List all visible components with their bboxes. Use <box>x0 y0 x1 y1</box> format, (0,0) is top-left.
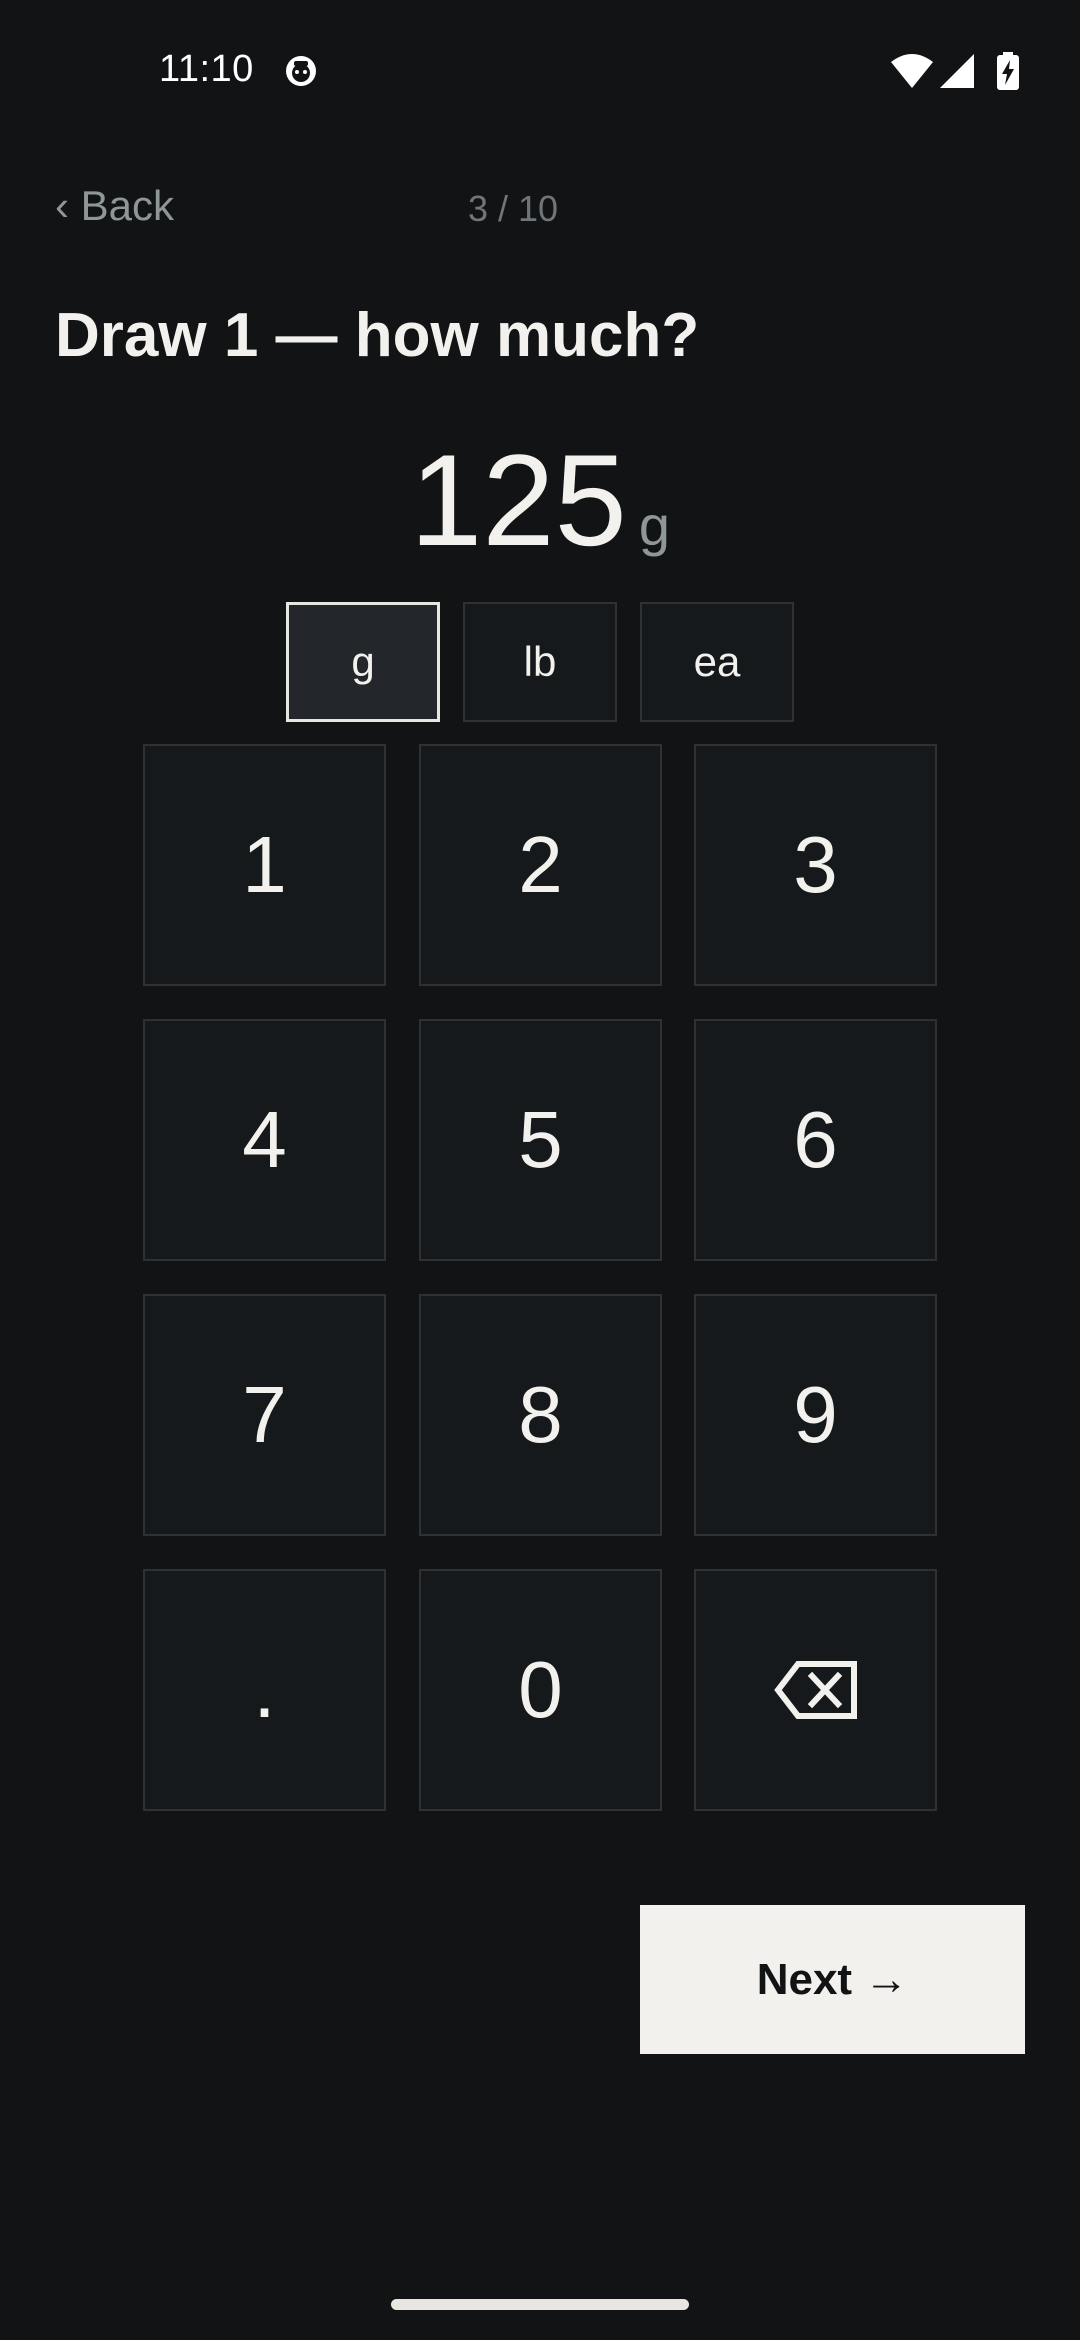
amount-display: 125 g <box>0 430 1080 570</box>
key-decimal[interactable]: . <box>143 1569 386 1811</box>
app-notification-icon <box>283 52 319 88</box>
numeric-keypad: 1 2 3 4 5 6 7 8 9 . 0 <box>143 744 937 1812</box>
page-title: Draw 1 — how much? <box>55 301 700 370</box>
amount-unit: g <box>638 494 671 557</box>
key-5[interactable]: 5 <box>419 1019 662 1261</box>
backspace-key[interactable] <box>694 1569 937 1811</box>
key-8[interactable]: 8 <box>419 1294 662 1536</box>
unit-option-lb[interactable]: lb <box>463 602 617 722</box>
key-2[interactable]: 2 <box>419 744 662 986</box>
backspace-icon <box>773 1661 857 1719</box>
key-3[interactable]: 3 <box>694 744 937 986</box>
next-button[interactable]: Next → <box>640 1905 1025 2054</box>
back-button[interactable]: ‹ Back <box>55 182 174 230</box>
amount-value: 125 <box>409 427 627 573</box>
unit-option-ea[interactable]: ea <box>640 602 794 722</box>
key-9[interactable]: 9 <box>694 1294 937 1536</box>
status-time: 11:10 <box>159 48 254 90</box>
wifi-icon <box>891 54 933 88</box>
status-bar: 11:10 <box>0 0 1080 140</box>
cellular-signal-icon <box>940 54 974 88</box>
unit-selector: g lb ea <box>286 602 794 722</box>
key-6[interactable]: 6 <box>694 1019 937 1261</box>
key-7[interactable]: 7 <box>143 1294 386 1536</box>
status-icons <box>890 52 1022 90</box>
key-4[interactable]: 4 <box>143 1019 386 1261</box>
battery-charging-icon <box>997 52 1019 90</box>
home-indicator[interactable] <box>391 2299 689 2310</box>
key-0[interactable]: 0 <box>419 1569 662 1811</box>
key-1[interactable]: 1 <box>143 744 386 986</box>
unit-option-g[interactable]: g <box>286 602 440 722</box>
step-progress: 3 / 10 <box>468 188 559 229</box>
